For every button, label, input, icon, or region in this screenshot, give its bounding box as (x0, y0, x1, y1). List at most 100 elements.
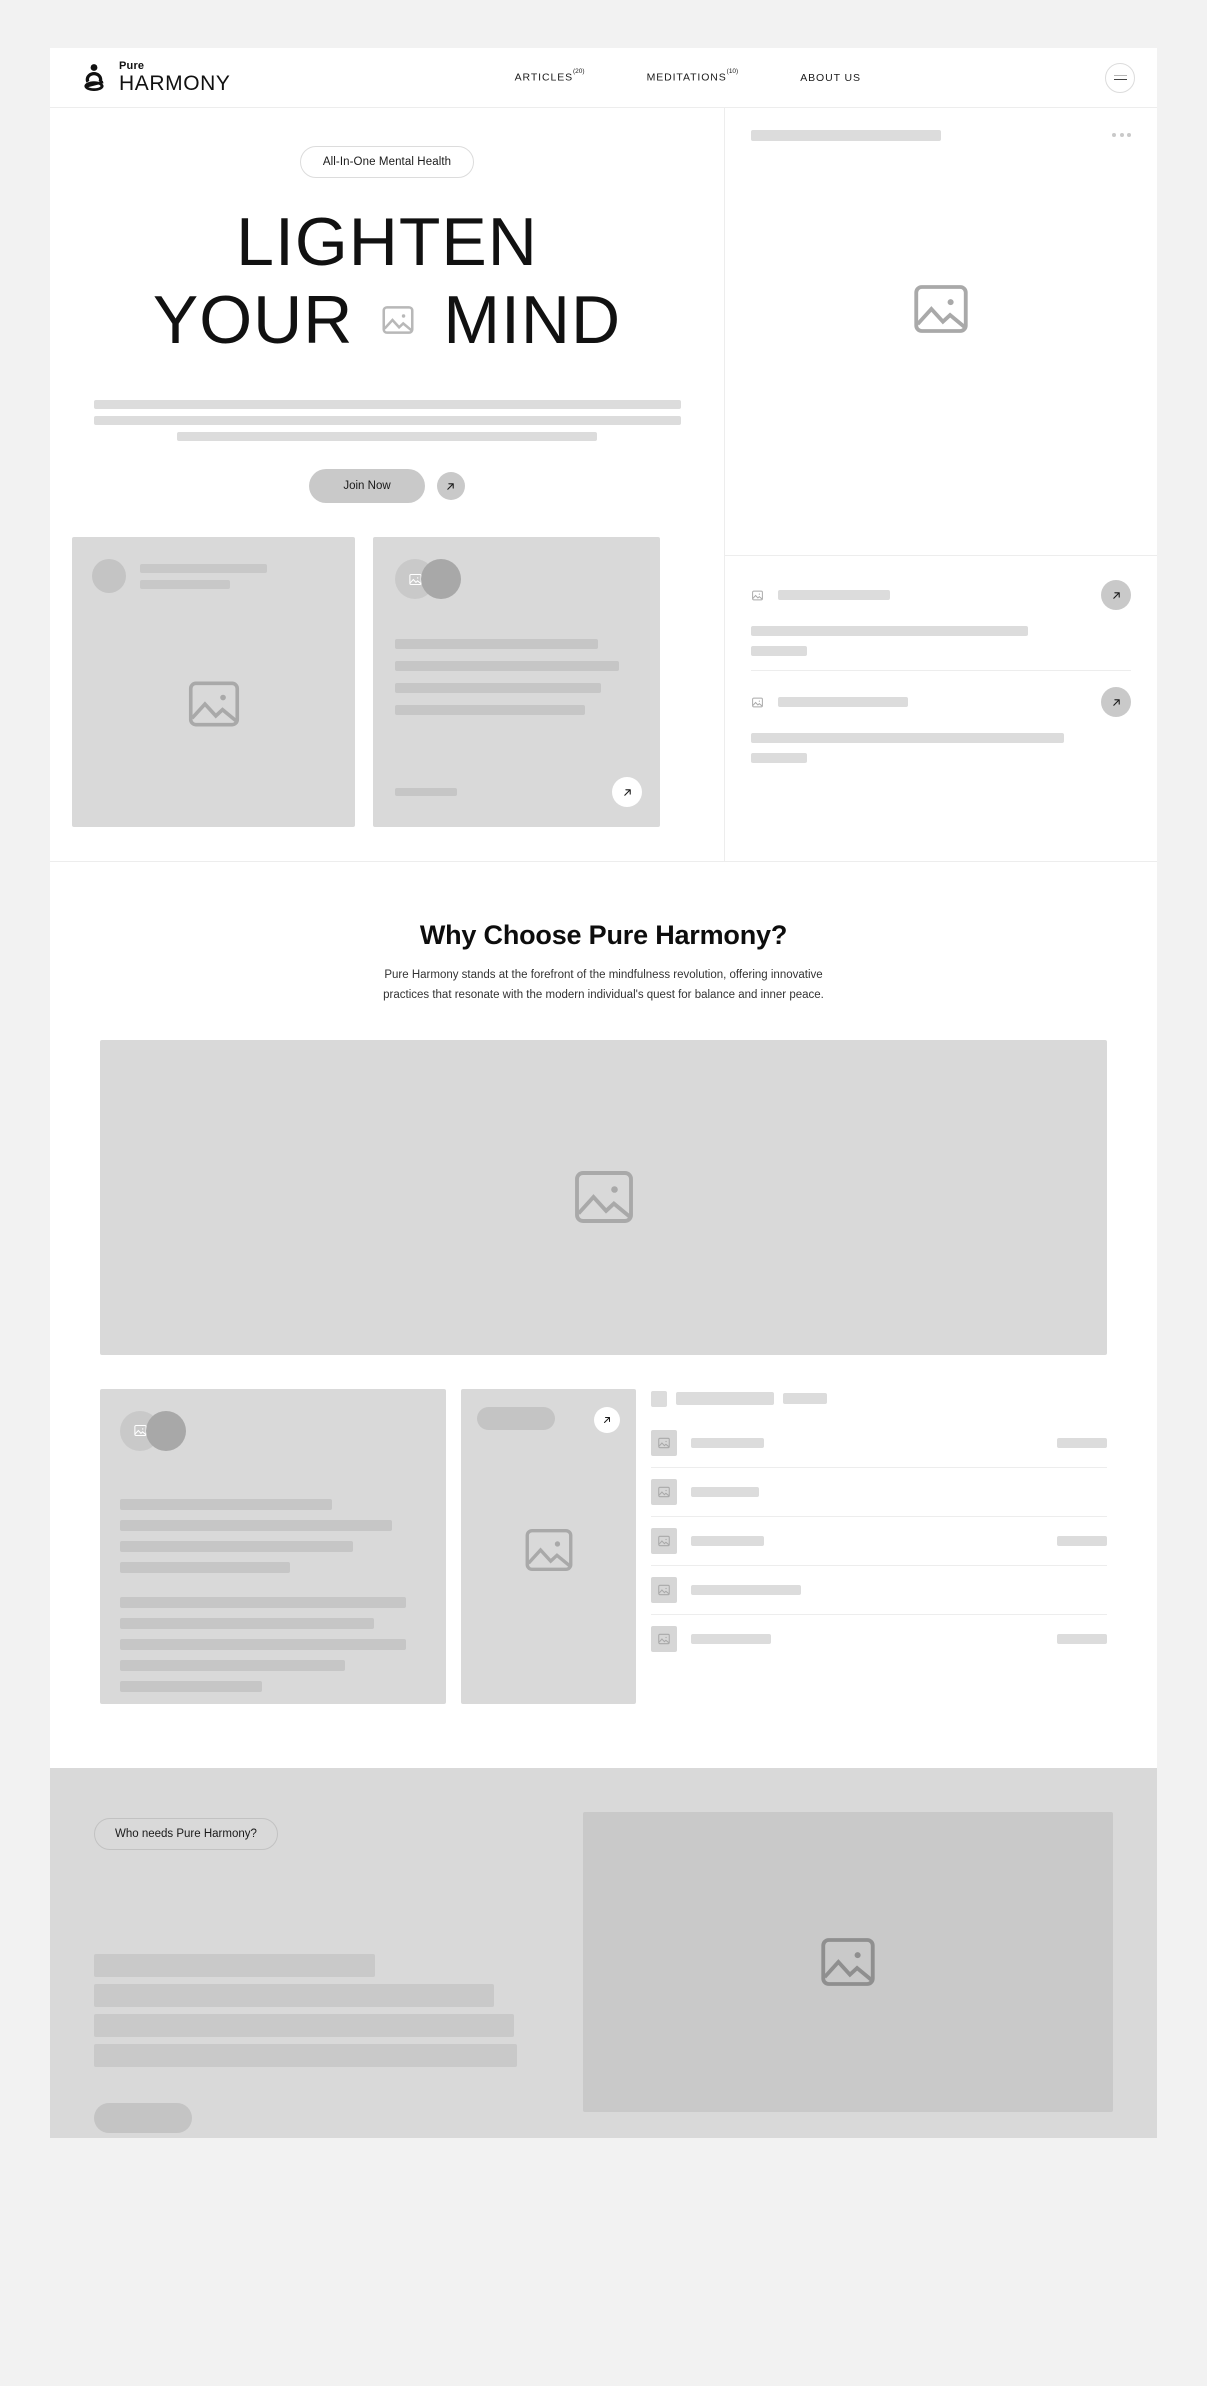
meditation-figure-icon (78, 62, 110, 94)
skeleton-line (751, 753, 807, 763)
join-now-button[interactable]: Join Now (309, 469, 425, 504)
nav-item-articles[interactable]: ARTICLES(20) (515, 67, 585, 84)
hero-headline: LIGHTEN YOUR MIND (72, 204, 702, 358)
hero-badge[interactable]: All-In-One Mental Health (299, 146, 475, 178)
why-panel-text-skeleton (120, 1498, 426, 1692)
menu-line-bottom (1113, 79, 1127, 81)
who-left-column: Who needs Pure Harmony? (94, 1812, 553, 2138)
skeleton-line (94, 1983, 494, 2007)
hero-card-article[interactable] (373, 537, 660, 828)
skeleton-line (140, 563, 267, 573)
hero-feature-panel[interactable] (725, 108, 1157, 556)
skeleton-line (778, 697, 908, 707)
arrow-up-right-icon[interactable] (612, 777, 642, 808)
headline-row-1: LIGHTEN (72, 204, 702, 280)
hero-section: All-In-One Mental Health LIGHTEN YOUR MI… (50, 108, 1157, 863)
why-panel-article[interactable] (100, 1388, 446, 1704)
list-item[interactable] (751, 671, 1131, 777)
skeleton-line (93, 400, 681, 410)
image-placeholder-icon (725, 276, 1157, 342)
skeleton-line (120, 1617, 374, 1629)
why-content-grid (100, 1388, 1107, 1704)
nav-item-meditations[interactable]: MEDITATIONS(10) (646, 67, 739, 84)
why-panel-image-card[interactable] (461, 1388, 636, 1704)
brand-name: Pure HARMONY (119, 60, 231, 95)
hero-description-skeleton (72, 400, 702, 442)
site-header: Pure HARMONY ARTICLES(20) MEDITATIONS(10… (50, 48, 1157, 108)
table-row[interactable] (651, 1517, 1107, 1566)
image-placeholder-icon (651, 1625, 677, 1652)
skeleton-line (691, 1437, 764, 1448)
dot (1119, 133, 1124, 137)
main-navigation: ARTICLES(20) MEDITATIONS(10) ABOUT US (475, 67, 861, 84)
table-row[interactable] (651, 1615, 1107, 1663)
nav-item-meditations-count: (10) (726, 67, 739, 75)
brand-logo[interactable]: Pure HARMONY (78, 61, 231, 94)
list-item-body (751, 733, 1131, 763)
table-row[interactable] (651, 1566, 1107, 1615)
hero-card-profile[interactable] (72, 537, 355, 828)
table-row[interactable] (651, 1468, 1107, 1517)
card-article-text-skeleton (395, 639, 638, 716)
arrow-up-right-icon[interactable] (1101, 687, 1131, 717)
more-options-icon[interactable] (1112, 130, 1131, 137)
list-item[interactable] (751, 564, 1131, 671)
skeleton-line (691, 1633, 771, 1644)
image-placeholder-icon (815, 1929, 881, 1995)
skeleton-line (177, 432, 597, 442)
headline-word-mind: MIND (443, 282, 622, 359)
skeleton-line (395, 683, 601, 694)
dot (1112, 133, 1116, 137)
section-description: Pure Harmony stands at the forefront of … (383, 969, 824, 1002)
hero-left-column: All-In-One Mental Health LIGHTEN YOUR MI… (50, 108, 725, 862)
hero-list (725, 556, 1157, 777)
skeleton-line (120, 1659, 345, 1671)
skeleton-line (1057, 1535, 1107, 1546)
arrow-up-right-icon[interactable] (594, 1406, 620, 1433)
skeleton-line (120, 1680, 262, 1692)
image-placeholder-icon (568, 1161, 640, 1233)
nav-item-about-us[interactable]: ABOUT US (800, 72, 861, 84)
headline-row-2: YOUR MIND (72, 282, 702, 358)
arrow-up-right-icon[interactable] (1101, 580, 1131, 610)
nav-item-meditations-label: MEDITATIONS (646, 71, 727, 84)
skeleton-line (140, 579, 230, 589)
table-row[interactable] (651, 1419, 1107, 1468)
skeleton-line (1057, 1633, 1107, 1644)
brand-name-top: Pure (119, 60, 145, 72)
card-article-footer (395, 777, 642, 808)
menu-line-top (1113, 74, 1127, 76)
skeleton-line (120, 1519, 392, 1531)
skeleton-line (751, 733, 1064, 743)
skeleton-line (751, 130, 941, 141)
who-cta-button[interactable] (94, 2102, 192, 2133)
who-image-placeholder (583, 1811, 1113, 2112)
page-title: Why Choose Pure Harmony? (419, 920, 788, 951)
nav-item-about-us-label: ABOUT US (800, 71, 861, 84)
page-container: Pure HARMONY ARTICLES(20) MEDITATIONS(10… (50, 48, 1157, 2138)
skeleton-line (120, 1540, 353, 1552)
headline-word-lighten: LIGHTEN (236, 204, 538, 280)
image-placeholder-icon (651, 1429, 677, 1456)
image-placeholder-icon (751, 696, 764, 709)
avatar-stack (120, 1410, 426, 1451)
why-hero-image (100, 1039, 1107, 1355)
card-profile-header (92, 559, 335, 594)
why-choose-section: Why Choose Pure Harmony? Pure Harmony st… (50, 862, 1157, 1768)
dot (1127, 133, 1131, 137)
panel-header (751, 130, 1131, 141)
who-needs-badge[interactable]: Who needs Pure Harmony? (94, 1817, 278, 1850)
image-placeholder-icon (751, 589, 764, 602)
skeleton-line (691, 1584, 801, 1595)
nav-item-articles-count: (20) (573, 67, 585, 75)
hamburger-menu-icon[interactable] (1105, 62, 1135, 93)
hero-cta-group: Join Now (72, 469, 702, 504)
arrow-up-right-icon[interactable] (436, 472, 465, 501)
avatar (421, 559, 461, 600)
who-text-skeleton (94, 1953, 553, 2067)
who-needs-section: Who needs Pure Harmony? (50, 1767, 1157, 2138)
skeleton-line (395, 661, 619, 672)
skeleton-line (93, 416, 681, 426)
skeleton-line (94, 2013, 514, 2037)
brand-name-bottom: HARMONY (119, 72, 231, 95)
